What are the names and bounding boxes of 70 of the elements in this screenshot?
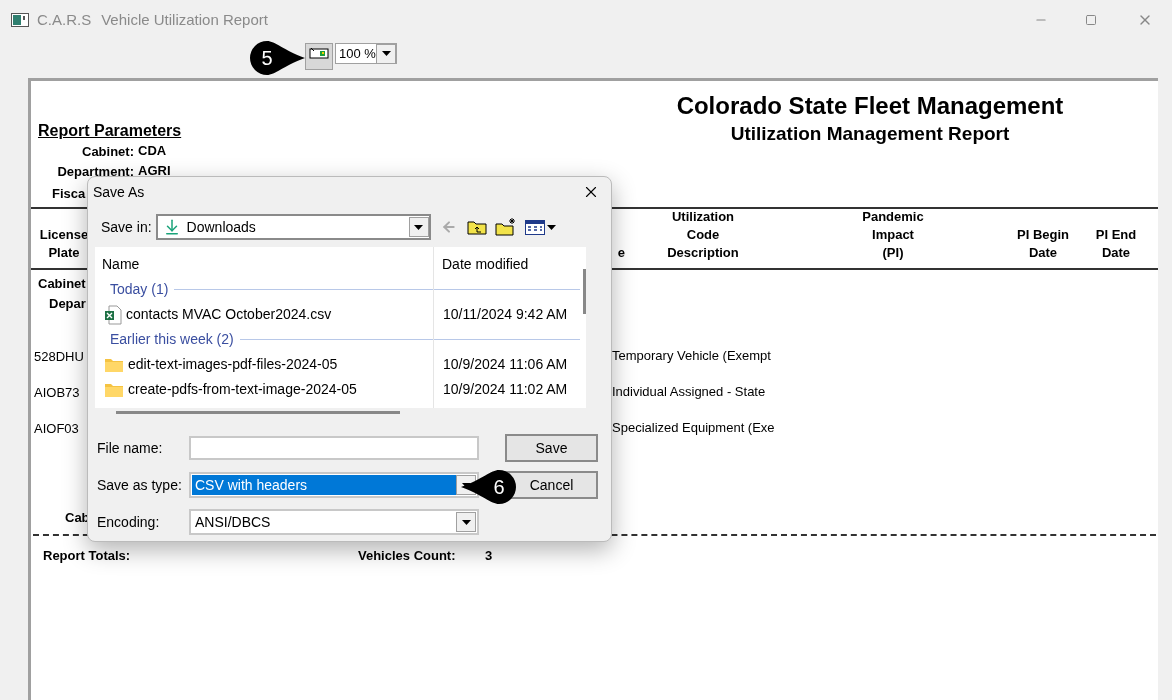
column-header[interactable]: Name [95, 254, 434, 275]
column-header: PI End Date [1094, 226, 1138, 262]
save-button[interactable]: Save [505, 434, 598, 462]
step-callout: 6 [461, 469, 519, 505]
report-subtitle: Utilization Management Report [730, 122, 1010, 146]
plate-cell: AIOF03 [34, 421, 79, 436]
field-label: File name: [97, 438, 164, 458]
file-row[interactable]: edit-text-images-pdf-files-2024-05 10/9/2024 11:06 AM [95, 352, 586, 377]
view-menu-button[interactable] [524, 219, 556, 235]
file-name: edit-text-images-pdf-files-2024-05 [128, 355, 338, 374]
folder-icon [104, 381, 124, 398]
encoding-select[interactable]: ANSI/DBCS [189, 509, 479, 535]
modified-date: 10/9/2024 11:02 AM [442, 380, 568, 399]
parameter-label: Cabinet: [82, 144, 134, 159]
plate-cell: 528DHU [34, 349, 84, 364]
report-title: Colorado State Fleet Management [676, 91, 1064, 121]
step-callout: 5 [247, 40, 305, 76]
export-button[interactable] [305, 43, 333, 70]
modified-date: 10/11/2024 9:42 AM [442, 305, 568, 324]
description-cell-text: Individual Assigned - State [612, 383, 766, 402]
window-title: Vehicle Utilization Report [101, 9, 268, 30]
app-name: C.A.R.S [37, 9, 92, 30]
dropdown-button[interactable] [456, 512, 476, 532]
description-cell-text: Temporary Vehicle (Exempt [612, 347, 771, 366]
file-name-field[interactable] [189, 436, 479, 460]
folder-icon [104, 356, 124, 373]
description-cell-text: Specialized Equipment (Exe [612, 419, 775, 438]
maximize-icon [1085, 14, 1097, 26]
scrollbar-thumb[interactable] [116, 411, 400, 414]
column-header: Pandemic Impact (PI) [861, 208, 925, 262]
scrollbar-thumb[interactable] [583, 269, 586, 314]
count-value: 3 [485, 547, 493, 565]
parameter-label: Fisca [52, 186, 86, 201]
column-header: e [616, 244, 625, 262]
file-name: contacts MVAC October2024.csv [126, 305, 332, 324]
field-label: Save in: [101, 217, 152, 237]
type-select[interactable]: CSV with headers [189, 472, 479, 498]
dropdown-button[interactable] [408, 217, 429, 237]
spreadsheet-file-icon [104, 304, 122, 325]
zoom-select[interactable]: 100 % [335, 43, 397, 64]
parameter-label: Department: [57, 164, 134, 179]
parameter-value: AGRI [138, 162, 172, 180]
field-label: Save as type: [97, 475, 183, 495]
column-header[interactable]: Date modified [434, 254, 529, 275]
file-row[interactable]: create-pdfs-from-text-image-2024-05 10/9/2024 11:02 AM [95, 377, 586, 402]
group-header[interactable]: Today (1) [110, 279, 169, 300]
count-label: Vehicles Count: [358, 547, 457, 565]
save-in-select[interactable]: Downloads [155, 214, 431, 240]
cancel-button[interactable]: Cancel [505, 471, 598, 499]
dialog-title: Save As [93, 182, 145, 202]
column-header: License Plate [38, 226, 90, 262]
view-icon [524, 219, 545, 235]
new-folder-icon[interactable] [494, 218, 517, 236]
app-icon [11, 13, 29, 27]
dropdown-button[interactable] [376, 43, 396, 64]
file-row[interactable]: contacts MVAC October2024.csv 10/11/2024 9:42 AM [95, 302, 586, 327]
column-header: Utilization Code Description [666, 208, 740, 262]
folder-up-icon[interactable] [466, 219, 487, 235]
column-header: PI Begin Date [1016, 226, 1070, 262]
parameter-value: CDA [138, 142, 168, 160]
totals-label: Report Totals: [43, 547, 132, 565]
field-label: Encoding: [97, 512, 161, 532]
group-label: Depar [49, 295, 86, 313]
group-label: Cabinet [38, 275, 86, 293]
modified-date: 10/9/2024 11:06 AM [442, 355, 568, 374]
plate-cell: AIOB73 [34, 385, 80, 400]
file-name: create-pdfs-from-text-image-2024-05 [128, 380, 357, 399]
group-header[interactable]: Earlier this week (2) [110, 329, 234, 350]
parameters-heading: Report Parameters [38, 122, 183, 140]
export-icon [309, 47, 329, 59]
